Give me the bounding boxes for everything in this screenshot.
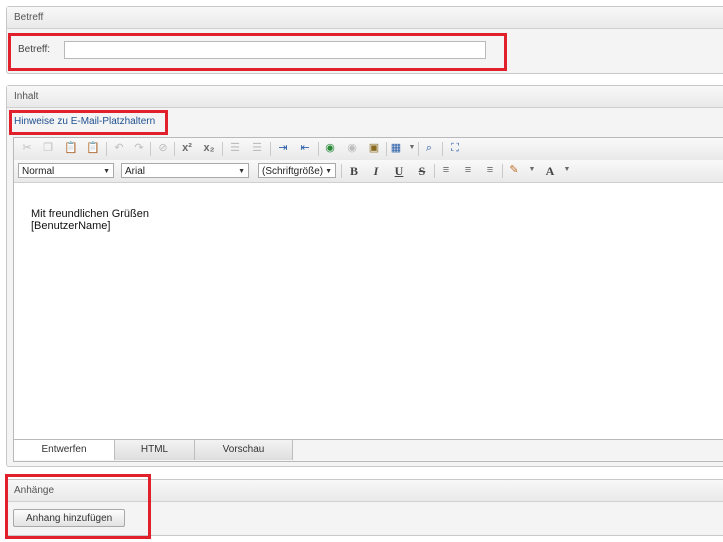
editor-toolbar-row-1: ✂ ❐ 📋 📋 ↶ ↷ ⊘ x² x₂ ☰ ☰ ⇥ ⇤ ◉ ◉ ▣ ▦ ▼ ⌕ … (14, 138, 723, 161)
toolbar-separator (418, 142, 419, 156)
underline-button[interactable]: U (391, 164, 407, 178)
chevron-down-icon: ▼ (103, 168, 110, 175)
italic-button[interactable]: I (368, 164, 384, 178)
chevron-down-icon: ▼ (325, 168, 332, 175)
indent-icon[interactable]: ⇥ (276, 141, 290, 155)
highlight-attachments (5, 474, 151, 539)
tab-entwerfen[interactable]: Entwerfen (14, 440, 115, 460)
tab-html[interactable]: HTML (115, 440, 195, 460)
paste-from-word-icon[interactable]: 📋 (86, 141, 100, 155)
bold-button[interactable]: B (346, 164, 362, 178)
toolbar-separator (174, 142, 175, 156)
content-line: Mit freundlichen Grüßen (31, 208, 149, 220)
cut-icon[interactable]: ✂ (20, 141, 34, 155)
align-right-icon[interactable]: ≡ (483, 163, 497, 177)
toolbar-separator (106, 142, 107, 156)
paste-icon[interactable]: 📋 (64, 141, 78, 155)
subscript-icon[interactable]: x₂ (202, 141, 216, 155)
fullscreen-icon[interactable]: ⛶ (448, 141, 462, 155)
toolbar-separator (341, 164, 342, 178)
paragraph-format-select[interactable]: Normal ▼ (18, 163, 114, 178)
align-center-icon[interactable]: ≡ (461, 163, 475, 177)
rich-text-editor: ✂ ❐ 📋 📋 ↶ ↷ ⊘ x² x₂ ☰ ☰ ⇥ ⇤ ◉ ◉ ▣ ▦ ▼ ⌕ … (13, 137, 723, 462)
editor-content[interactable]: Mit freundlichen Grüßen [BenutzerName] (31, 208, 149, 232)
numbered-list-icon[interactable]: ☰ (228, 141, 242, 155)
toolbar-separator (318, 142, 319, 156)
toolbar-separator (386, 142, 387, 156)
font-name-select[interactable]: Arial ▼ (121, 163, 249, 178)
font-size-select[interactable]: (Schriftgröße) ▼ (258, 163, 336, 178)
hyperlink-icon[interactable]: ◉ (323, 141, 337, 155)
strikethrough-button[interactable]: S (414, 164, 430, 178)
undo-icon[interactable]: ↶ (112, 141, 126, 155)
image-icon[interactable]: ▣ (367, 141, 381, 155)
toolbar-separator (270, 142, 271, 156)
toolbar-separator (222, 142, 223, 156)
editor-toolbar-row-2: Normal ▼ Arial ▼ (Schriftgröße) ▼ B I U … (14, 160, 723, 183)
highlight-dropdown-icon[interactable]: ▼ (525, 163, 539, 177)
superscript-icon[interactable]: x² (180, 141, 194, 155)
table-icon[interactable]: ▦ (389, 141, 403, 155)
redo-icon[interactable]: ↷ (132, 141, 146, 155)
remove-link-icon[interactable]: ◉ (345, 141, 359, 155)
font-size-value: (Schriftgröße) (262, 166, 324, 177)
highlight-color-icon[interactable]: ✎ (507, 163, 521, 177)
spellcheck-icon[interactable]: ⊘ (156, 141, 170, 155)
highlight-betreff (8, 33, 507, 71)
tab-vorschau[interactable]: Vorschau (195, 440, 293, 460)
font-name-value: Arial (125, 166, 146, 177)
copy-icon[interactable]: ❐ (41, 141, 55, 155)
inhalt-panel-title: Inhalt (7, 86, 723, 108)
content-line: [BenutzerName] (31, 220, 111, 232)
find-icon[interactable]: ⌕ (422, 141, 436, 155)
toolbar-separator (150, 142, 151, 156)
betreff-panel-title: Betreff (7, 7, 723, 29)
table-dropdown-icon[interactable]: ▼ (405, 141, 419, 155)
paragraph-format-value: Normal (22, 166, 55, 177)
toolbar-separator (434, 164, 435, 178)
align-left-icon[interactable]: ≡ (439, 163, 453, 177)
toolbar-separator (442, 142, 443, 156)
toolbar-separator (502, 164, 503, 178)
font-color-dropdown-icon[interactable]: ▼ (560, 163, 574, 177)
editor-mode-tabs: Entwerfen HTML Vorschau (14, 439, 723, 461)
bullet-list-icon[interactable]: ☰ (250, 141, 264, 155)
outdent-icon[interactable]: ⇤ (298, 141, 312, 155)
font-color-button[interactable]: A (542, 164, 558, 178)
chevron-down-icon: ▼ (238, 168, 245, 175)
highlight-hints-link (9, 110, 168, 135)
